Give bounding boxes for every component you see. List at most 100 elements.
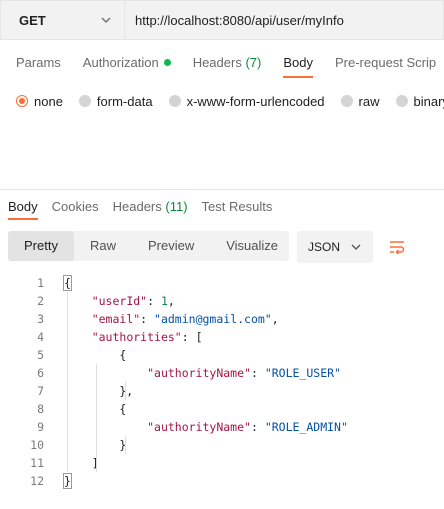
- code-text: "authorities": [: [64, 328, 203, 346]
- method-select[interactable]: GET: [0, 0, 124, 40]
- json-punctuation: }: [63, 473, 72, 489]
- json-key: "userId": [91, 294, 148, 308]
- line-number: 8: [37, 402, 44, 416]
- json-number: 1: [160, 294, 168, 308]
- url-input[interactable]: http://localhost:8080/api/user/myInfo: [124, 0, 444, 40]
- tab-label: Body: [8, 199, 38, 214]
- code-text: {: [63, 274, 72, 292]
- view-pretty-button[interactable]: Pretty: [8, 231, 74, 261]
- json-punctuation: :: [250, 366, 265, 380]
- radio-label: form-data: [96, 93, 153, 109]
- tab-pre-request-script[interactable]: Pre-request Scrip: [319, 52, 436, 78]
- method-label: GET: [19, 12, 46, 28]
- line-number: 3: [37, 312, 44, 326]
- divider: [0, 189, 444, 190]
- json-punctuation: {: [64, 348, 127, 362]
- code-text: },: [64, 382, 133, 400]
- json-punctuation: : [: [181, 330, 203, 344]
- response-tab-body[interactable]: Body: [8, 198, 38, 220]
- json-punctuation: [64, 294, 92, 308]
- json-punctuation: [64, 420, 147, 434]
- json-punctuation: [64, 330, 92, 344]
- json-punctuation: [64, 312, 92, 326]
- radio-none[interactable]: none: [16, 94, 63, 109]
- radio-icon[interactable]: [168, 95, 181, 107]
- radio-icon[interactable]: [78, 95, 91, 107]
- response-tab-test-results[interactable]: Test Results: [202, 198, 273, 220]
- view-raw-button[interactable]: Raw: [74, 231, 132, 261]
- format-select[interactable]: JSON: [297, 231, 373, 263]
- radio-label: raw: [358, 93, 380, 109]
- response-tab-headers[interactable]: Headers (11): [113, 198, 188, 220]
- code-text: "authorityName": "ROLE_ADMIN": [64, 418, 348, 436]
- radio-binary[interactable]: binary: [395, 93, 444, 109]
- response-tabs: Body Cookies Headers (11) Test Results: [0, 198, 278, 224]
- json-punctuation: ,: [167, 294, 175, 308]
- radio-selected-icon[interactable]: [16, 95, 28, 107]
- tab-label: Authorization: [82, 55, 159, 70]
- code-text: "authorityName": "ROLE_USER": [64, 364, 341, 382]
- tab-count: (11): [165, 199, 188, 214]
- body-type-radios: none form-data x-www-form-urlencoded raw…: [0, 90, 444, 112]
- code-line: 1{: [0, 274, 444, 292]
- view-preview-button[interactable]: Preview: [132, 231, 210, 261]
- line-number: 2: [37, 294, 44, 308]
- tab-label: Headers: [112, 199, 162, 214]
- view-mode-group: Pretty Raw Preview Visualize: [8, 231, 289, 261]
- line-number: 12: [30, 474, 44, 488]
- radio-icon[interactable]: [340, 95, 353, 107]
- json-punctuation: {: [63, 275, 72, 291]
- json-punctuation: [64, 366, 147, 380]
- response-body-code[interactable]: 1{2 "userId": 1, 3 "email": "admin@gmail.…: [0, 274, 444, 490]
- radio-form-data[interactable]: form-data: [78, 93, 153, 109]
- code-line: 12}: [0, 472, 444, 490]
- chevron-down-icon: [101, 17, 111, 23]
- json-punctuation: ]: [64, 456, 99, 470]
- line-number: 4: [37, 330, 44, 344]
- tab-count: (7): [245, 55, 262, 70]
- json-key: "authorityName": [147, 420, 251, 434]
- radio-icon[interactable]: [395, 95, 408, 107]
- json-key: "authorities": [91, 330, 182, 344]
- code-text: ]: [64, 454, 99, 472]
- tab-params[interactable]: Params: [0, 52, 61, 78]
- line-number: 9: [37, 420, 44, 434]
- line-number: 10: [30, 438, 44, 452]
- json-punctuation: :: [140, 312, 155, 326]
- view-visualize-button[interactable]: Visualize: [210, 231, 294, 261]
- green-dot-icon: [163, 59, 171, 66]
- radio-label: binary: [413, 93, 444, 109]
- response-tab-cookies[interactable]: Cookies: [52, 198, 99, 220]
- line-number: 6: [37, 366, 44, 380]
- wrap-lines-button[interactable]: [381, 231, 413, 263]
- tab-label: Headers: [192, 55, 242, 70]
- request-tabs: Params Authorization Headers (7) Body Pr…: [0, 52, 444, 82]
- tab-body[interactable]: Body: [267, 52, 313, 78]
- tab-headers[interactable]: Headers (7): [177, 52, 262, 78]
- radio-x-www-form-urlencoded[interactable]: x-www-form-urlencoded: [168, 93, 325, 109]
- url-text: http://localhost:8080/api/user/myInfo: [135, 12, 344, 28]
- json-punctuation: :: [147, 294, 161, 308]
- json-punctuation: ,: [271, 312, 279, 326]
- tab-label: Test Results: [201, 199, 273, 214]
- tab-label: Cookies: [51, 199, 99, 214]
- radio-raw[interactable]: raw: [340, 93, 380, 109]
- line-number: 1: [37, 276, 44, 290]
- tab-authorization[interactable]: Authorization: [67, 52, 171, 78]
- line-number: 11: [30, 456, 44, 470]
- indent-guide: [125, 382, 126, 400]
- code-text: "userId": 1,: [64, 292, 175, 310]
- json-string: "ROLE_ADMIN": [264, 420, 348, 434]
- code-text: }: [63, 472, 72, 490]
- json-string: "admin@gmail.com": [154, 312, 272, 326]
- request-bar: GET http://localhost:8080/api/user/myInf…: [0, 0, 444, 40]
- json-punctuation: },: [64, 384, 134, 398]
- format-label: JSON: [308, 240, 341, 254]
- line-number: 7: [37, 384, 44, 398]
- tab-label: Params: [16, 55, 61, 70]
- radio-label: x-www-form-urlencoded: [186, 93, 325, 109]
- json-string: "ROLE_USER": [264, 366, 341, 380]
- indent-guide: [125, 436, 126, 454]
- tab-label: Body: [283, 55, 313, 70]
- chevron-down-icon: [351, 244, 361, 250]
